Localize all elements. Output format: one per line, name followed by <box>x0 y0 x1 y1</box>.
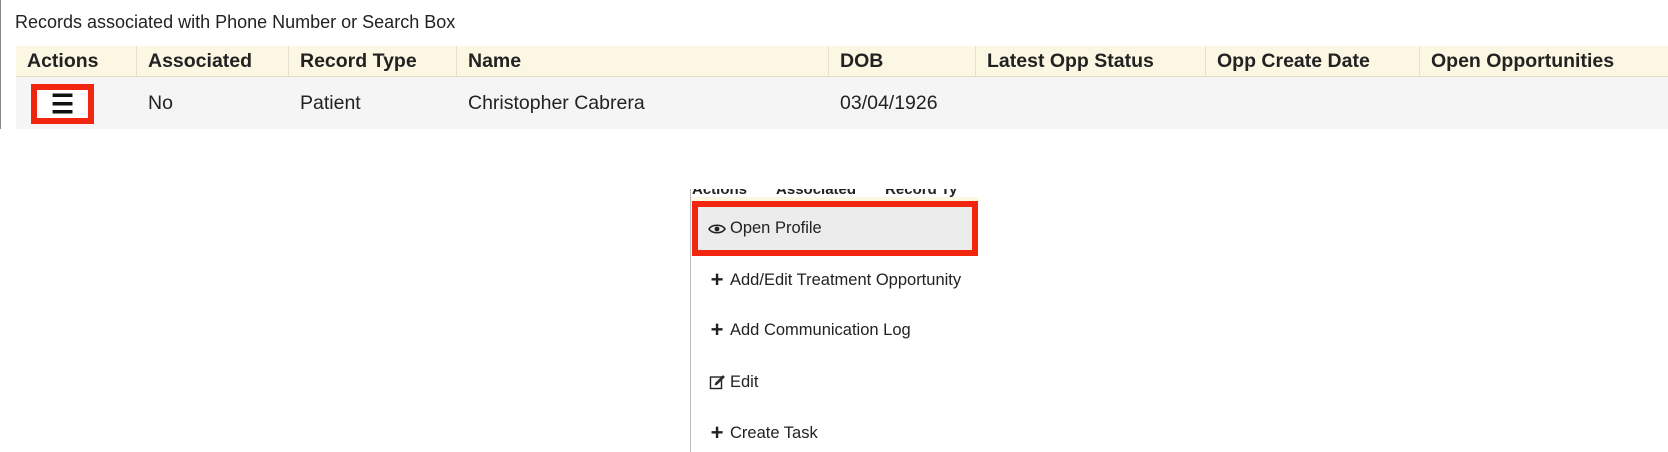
menu-item-label: Add Communication Log <box>730 320 911 339</box>
menu-item-add-edit-treatment-opportunity[interactable]: + Add/Edit Treatment Opportunity <box>692 258 978 302</box>
actions-dropdown-menu: ActionsAssociatedRecord Ty Open Profile … <box>690 189 979 452</box>
ghost-header-text: Actions Associated Record Ty <box>691 189 979 197</box>
col-header-opp-create-date[interactable]: Opp Create Date <box>1206 46 1420 76</box>
edit-icon <box>708 374 726 390</box>
ghost-header-associated: Associated <box>776 189 856 197</box>
menu-item-label: Add/Edit Treatment Opportunity <box>730 270 962 289</box>
actions-menu-button[interactable]: ☰ <box>31 84 94 124</box>
col-header-latest-opp-status[interactable]: Latest Opp Status <box>976 46 1206 76</box>
eye-icon <box>708 223 726 235</box>
col-header-open-opportunities[interactable]: Open Opportunities <box>1420 46 1668 76</box>
cell-opp-create-date <box>1206 77 1420 129</box>
menu-item-label: Open Profile <box>730 219 822 237</box>
cell-open-opportunities <box>1420 77 1668 129</box>
ghost-header-record-type: Record Ty <box>885 189 957 197</box>
cell-record-type: Patient <box>300 92 361 114</box>
table-row: ☰ No Patient Christopher Cabrera 03/04/1… <box>16 77 1668 129</box>
cell-name: Christopher Cabrera <box>468 92 645 114</box>
records-panel: Records associated with Phone Number or … <box>0 0 1668 129</box>
cell-associated: No <box>148 92 173 114</box>
menu-item-open-profile[interactable]: Open Profile <box>692 201 978 256</box>
col-header-record-type[interactable]: Record Type <box>289 46 457 76</box>
plus-icon: + <box>710 317 724 342</box>
menu-item-add-communication-log[interactable]: + Add Communication Log <box>692 308 978 352</box>
cell-latest-opp-status <box>976 77 1206 129</box>
plus-icon: + <box>710 267 724 292</box>
table-header: Actions Associated Record Type Name DOB … <box>16 46 1668 77</box>
records-table: Actions Associated Record Type Name DOB … <box>16 46 1668 129</box>
hamburger-menu-icon: ☰ <box>50 89 75 119</box>
menu-item-label: Edit <box>730 372 759 391</box>
cell-actions: ☰ <box>16 77 137 129</box>
plus-icon: + <box>710 420 724 445</box>
panel-title: Records associated with Phone Number or … <box>15 12 456 32</box>
cell-dob: 03/04/1926 <box>840 92 938 114</box>
col-header-dob[interactable]: DOB <box>829 46 976 76</box>
menu-item-create-task[interactable]: + Create Task <box>692 411 978 452</box>
ghost-header-actions: Actions <box>692 189 747 197</box>
col-header-name[interactable]: Name <box>457 46 829 76</box>
menu-item-label: Create Task <box>730 423 818 442</box>
col-header-actions[interactable]: Actions <box>16 46 137 76</box>
menu-item-edit[interactable]: Edit <box>692 360 978 404</box>
col-header-associated[interactable]: Associated <box>137 46 289 76</box>
